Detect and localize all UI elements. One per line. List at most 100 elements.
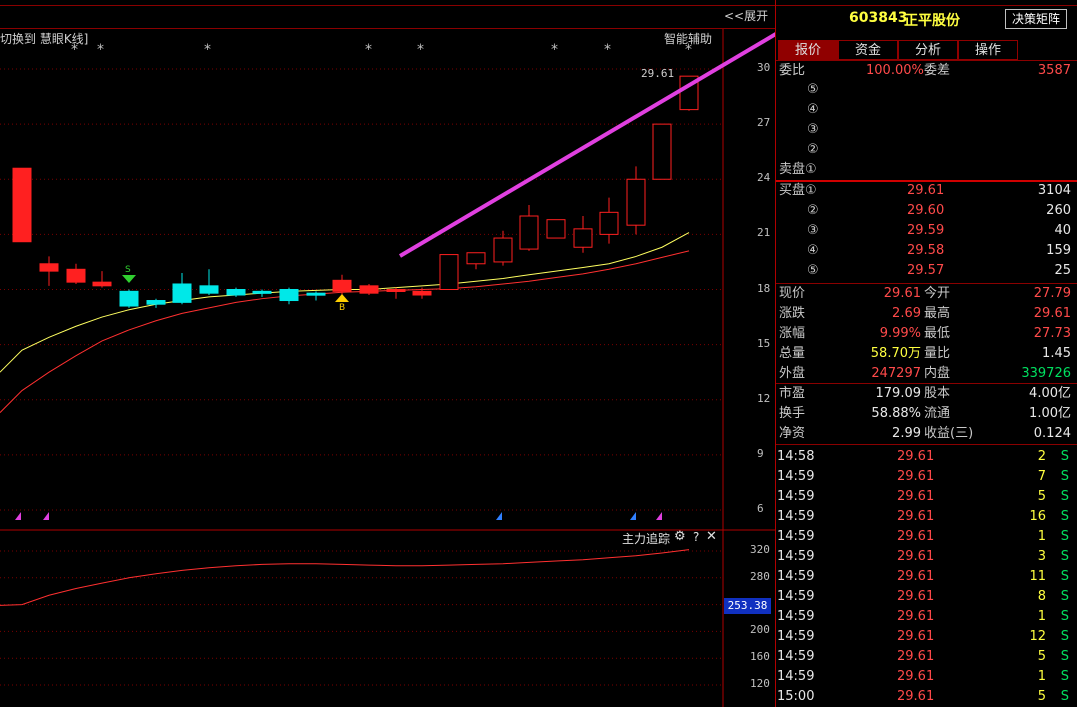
- price-axis-label: 21: [757, 226, 771, 240]
- buy-signal-text: B: [339, 303, 345, 313]
- tick-time: 15:00: [777, 689, 815, 704]
- fund-row: 市盈 179.09 股本 4.00亿: [776, 384, 1077, 404]
- tab-quote[interactable]: 报价: [778, 40, 838, 60]
- sell-level-row: ⑤: [776, 80, 1077, 100]
- buy-level-volume: 40: [1054, 223, 1071, 238]
- signal-star: *: [604, 42, 611, 58]
- buy-level-label: ②: [807, 203, 819, 218]
- tick-row: 14:59 29.61 3 S: [776, 547, 1077, 567]
- sell-signal-arrow: [122, 275, 136, 283]
- stat-value: 29.61: [883, 286, 921, 301]
- price-axis-label: 30: [757, 61, 771, 74]
- tick-price: 29.61: [897, 689, 935, 704]
- tick-volume: 8: [1037, 589, 1046, 604]
- buy-level-price: 29.58: [907, 243, 945, 258]
- tick-time: 14:59: [777, 649, 815, 664]
- tick-time: 14:59: [777, 529, 815, 544]
- candle-body: [599, 211, 619, 235]
- trend-arrow-line: [398, 32, 775, 258]
- tick-volume: 5: [1037, 689, 1046, 704]
- tick-volume: 5: [1037, 489, 1046, 504]
- stat-label: 内盘: [924, 366, 951, 381]
- price-axis-label: 18: [757, 281, 771, 295]
- signal-marker: [496, 512, 502, 520]
- stat-label: 今开: [924, 286, 951, 301]
- indicator-axis-label: 200: [750, 623, 770, 637]
- sell-level-label: ③: [807, 122, 819, 137]
- candle-body: [519, 215, 539, 250]
- tick-volume: 1: [1037, 529, 1046, 544]
- tick-side: S: [1060, 449, 1069, 464]
- kline-chart-area[interactable]: <<展开 切换到 慧眼K线] 智能辅助 SB 30 27 24 21 18 15 12 9 6 …: [0, 0, 775, 707]
- tick-row: 14:59 29.61 7 S: [776, 467, 1077, 487]
- signal-star: *: [365, 42, 372, 58]
- buy-level-row: ② 29.60 260: [776, 201, 1077, 221]
- tick-time: 14:59: [777, 609, 815, 624]
- last-price-tag: 29.61: [641, 67, 675, 80]
- candle-body: [439, 254, 459, 290]
- tick-volume: 2: [1037, 449, 1046, 464]
- tick-price: 29.61: [897, 529, 935, 544]
- fund-label: 净资: [779, 426, 806, 441]
- fund-label: 收益(三): [924, 426, 974, 441]
- price-axis-label: 24: [757, 171, 771, 185]
- tick-side: S: [1060, 549, 1069, 564]
- tab-funds[interactable]: 资金: [838, 40, 898, 60]
- indicator-axis-label: 320: [750, 543, 770, 556]
- price-axis-label: 6: [757, 502, 764, 515]
- tick-side: S: [1060, 649, 1069, 664]
- tick-row: 14:59 29.61 16 S: [776, 507, 1077, 527]
- fund-value: 179.09: [875, 386, 922, 401]
- gear-icon[interactable]: ⚙: [674, 529, 686, 544]
- stat-value: 27.73: [1033, 326, 1071, 341]
- weibi-label: 委比: [779, 63, 806, 78]
- candle-body: [493, 237, 513, 263]
- tab-operation[interactable]: 操作: [958, 40, 1018, 60]
- stat-value: 339726: [1021, 366, 1071, 381]
- decision-matrix-button[interactable]: 决策矩阵: [1005, 9, 1067, 29]
- sell-signal-text: S: [125, 265, 131, 275]
- help-icon[interactable]: ?: [693, 530, 699, 544]
- buy-level-label: ④: [807, 243, 819, 258]
- tick-price: 29.61: [897, 569, 935, 584]
- sell-level-label: ④: [807, 102, 819, 117]
- stat-label: 涨幅: [779, 326, 806, 341]
- stat-value: 58.70万: [870, 346, 921, 361]
- candle-body: [66, 268, 86, 283]
- candle-body: [226, 289, 246, 296]
- signal-star: *: [204, 42, 211, 58]
- candle-body: [332, 279, 352, 292]
- indicator-value-badge: 253.38: [724, 598, 771, 614]
- tick-time: 14:59: [777, 589, 815, 604]
- stat-value: 1.45: [1042, 346, 1071, 361]
- tick-price: 29.61: [897, 649, 935, 664]
- tick-price: 29.61: [897, 589, 935, 604]
- candle-body: [652, 123, 672, 180]
- signal-marker: [656, 512, 662, 520]
- buy-signal-arrow: [335, 294, 349, 302]
- tick-row: 14:59 29.61 1 S: [776, 527, 1077, 547]
- fund-value: 1.00亿: [1029, 406, 1071, 421]
- signal-marker: [43, 512, 49, 520]
- tick-side: S: [1060, 469, 1069, 484]
- stock-name: 正平股份: [904, 13, 960, 29]
- candle-body: [386, 289, 406, 292]
- fund-label: 市盈: [779, 386, 806, 401]
- indicator-title: 主力追踪: [622, 532, 671, 546]
- fund-label: 换手: [779, 406, 806, 421]
- ticks-divider: [776, 444, 1077, 445]
- signal-marker: [630, 512, 636, 520]
- tick-time: 14:59: [777, 489, 815, 504]
- tick-volume: 1: [1037, 609, 1046, 624]
- candle-body: [466, 252, 486, 265]
- candle-body: [92, 281, 112, 287]
- buy-level-label: ③: [807, 223, 819, 238]
- tick-price: 29.61: [897, 489, 935, 504]
- tick-side: S: [1060, 669, 1069, 684]
- tick-time: 14:58: [777, 449, 815, 464]
- tick-side: S: [1060, 589, 1069, 604]
- tick-time: 14:59: [777, 669, 815, 684]
- close-icon[interactable]: ✕: [706, 529, 717, 544]
- tab-analysis[interactable]: 分析: [898, 40, 958, 60]
- weicha-value: 3587: [1037, 63, 1071, 78]
